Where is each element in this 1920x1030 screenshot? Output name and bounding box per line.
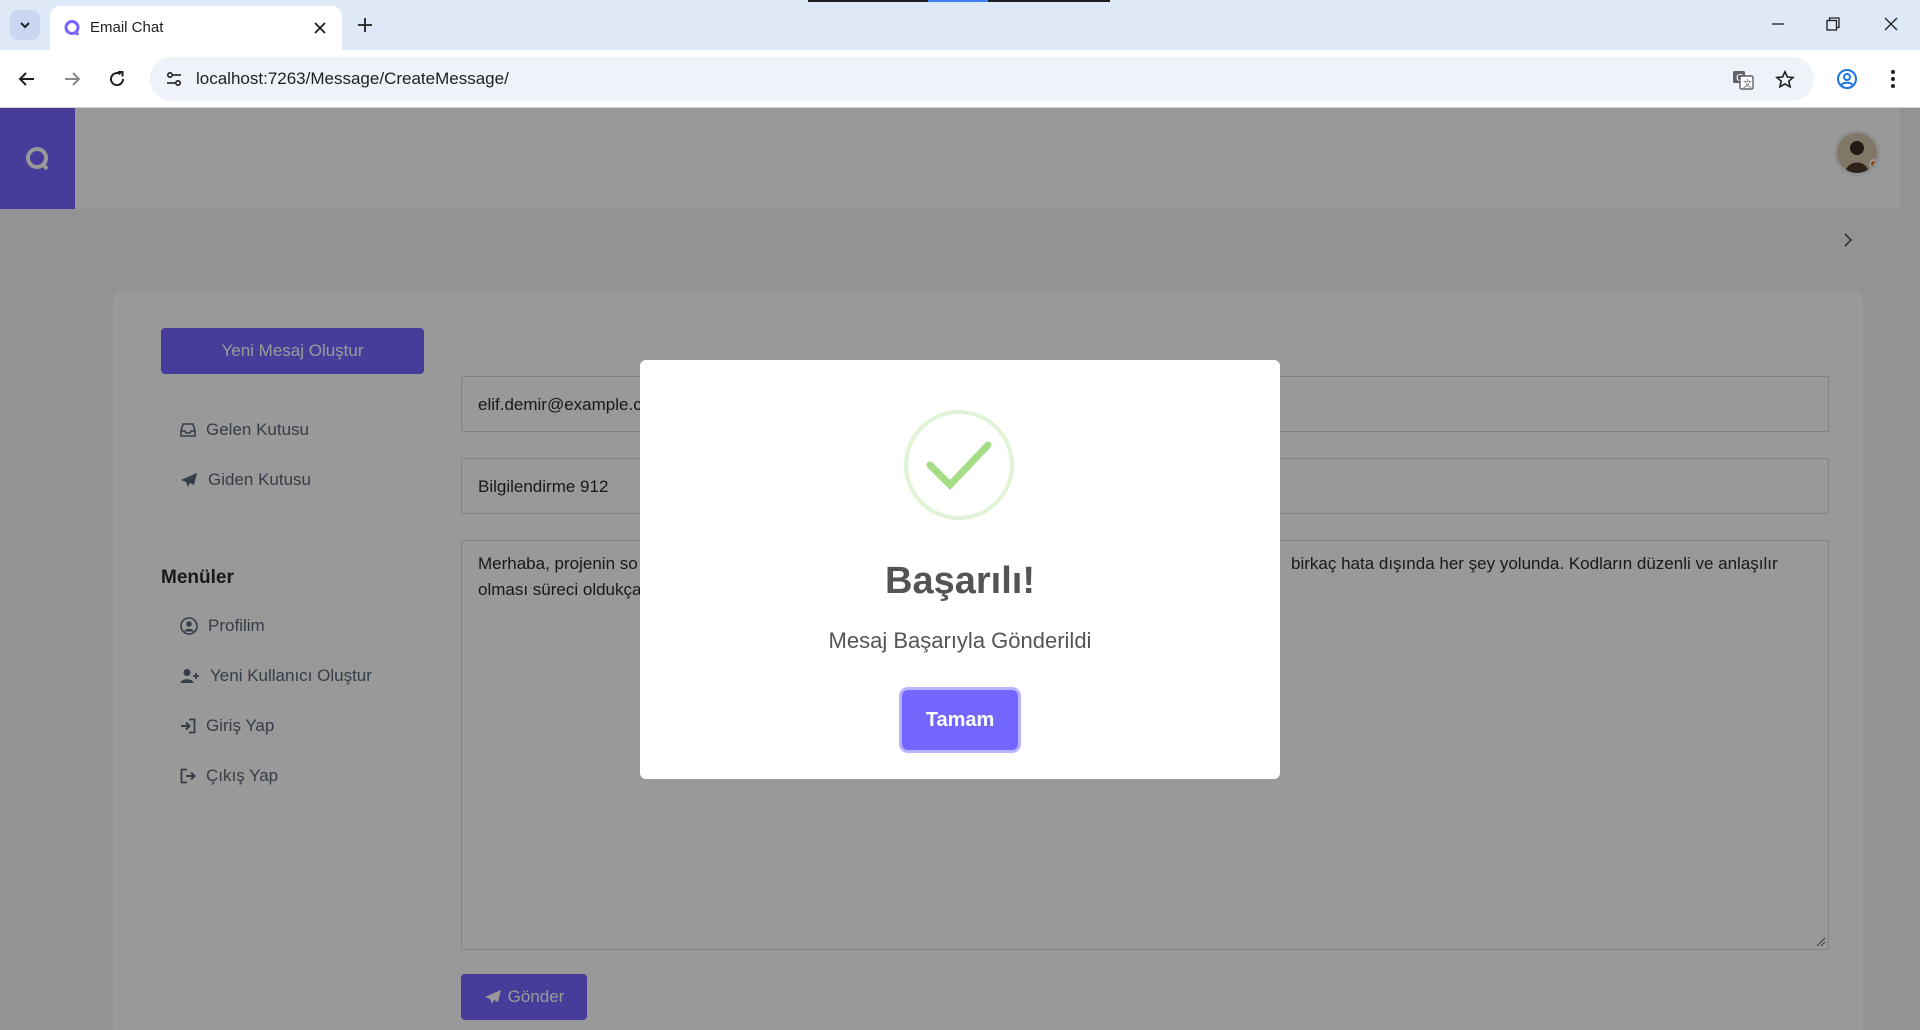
translate-icon: G文 [1733, 71, 1754, 90]
restore-icon [1826, 17, 1840, 31]
plus-icon [358, 18, 372, 32]
success-icon-ring [904, 410, 1014, 520]
tab-title: Email Chat [90, 19, 164, 36]
back-button[interactable] [10, 62, 44, 96]
star-icon [1775, 70, 1795, 89]
url-text[interactable]: localhost:7263/Message/CreateMessage/ [196, 69, 509, 89]
browser-toolbar: localhost:7263/Message/CreateMessage/ G文 [0, 50, 1920, 108]
arrow-left-icon [18, 72, 34, 86]
new-tab-button[interactable] [350, 10, 380, 40]
close-icon [314, 22, 326, 34]
reload-button[interactable] [100, 62, 134, 96]
tune-icon [166, 71, 182, 87]
account-circle-icon [1837, 69, 1857, 89]
site-info-button[interactable] [162, 67, 186, 91]
close-window-button[interactable] [1871, 8, 1911, 40]
bookmark-button[interactable] [1772, 67, 1798, 93]
restore-window-button[interactable] [1813, 8, 1853, 40]
forward-button[interactable] [55, 62, 89, 96]
browser-tab-strip: Email Chat [0, 0, 1920, 50]
success-dialog: Başarılı! Mesaj Başarıyla Gönderildi Tam… [640, 360, 1280, 779]
svg-text:文: 文 [1743, 78, 1752, 90]
arrow-right-icon [65, 72, 81, 86]
dialog-title: Başarılı! [885, 560, 1035, 602]
chevron-down-icon [20, 22, 30, 29]
reload-icon [110, 71, 125, 87]
window-title-indicator-highlight [928, 0, 988, 2]
browser-menu-button[interactable] [1876, 62, 1910, 96]
checkmark-icon [926, 441, 992, 491]
minimize-window-button[interactable] [1758, 8, 1798, 40]
profile-button[interactable] [1830, 62, 1864, 96]
app-logo-icon [64, 20, 80, 36]
dialog-message: Mesaj Başarıyla Gönderildi [828, 628, 1092, 653]
translate-button[interactable]: G文 [1730, 67, 1756, 93]
tab-search-button[interactable] [10, 10, 40, 40]
address-bar[interactable]: localhost:7263/Message/CreateMessage/ G文 [150, 57, 1814, 101]
confirm-button[interactable]: Tamam [902, 690, 1018, 750]
tab-close-button[interactable] [308, 16, 332, 40]
minimize-icon [1772, 23, 1784, 25]
browser-tab[interactable]: Email Chat [50, 6, 342, 50]
more-vertical-icon [1891, 70, 1895, 88]
close-icon [1884, 17, 1898, 31]
